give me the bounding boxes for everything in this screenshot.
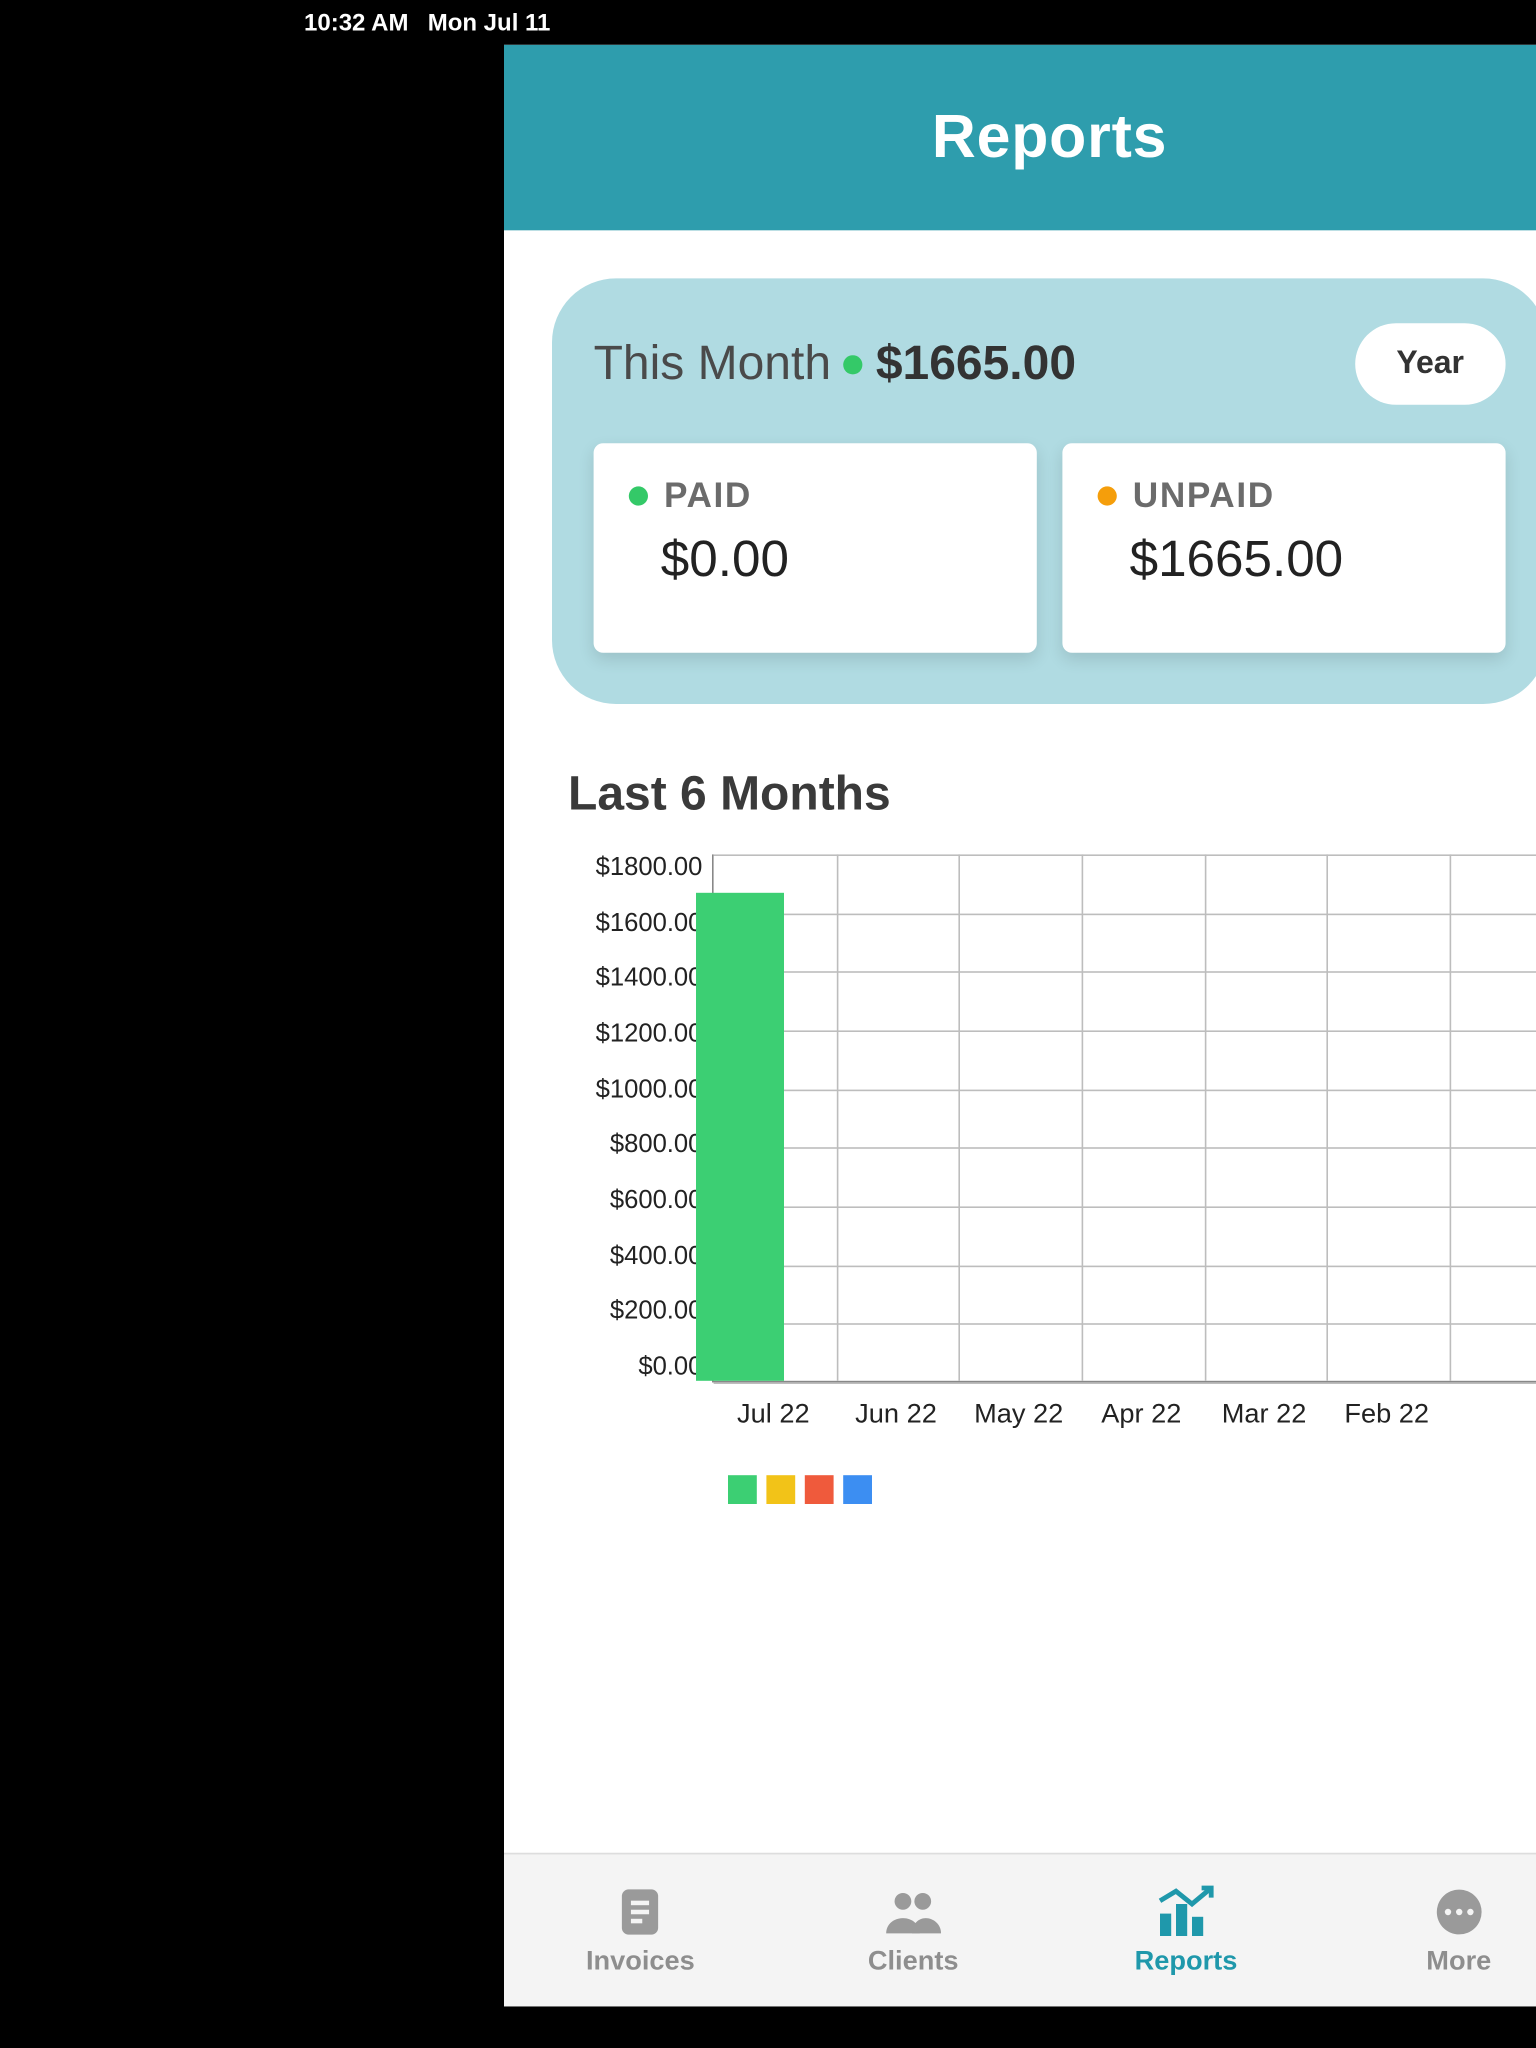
- y-tick: $1600.00: [596, 910, 703, 939]
- legend-swatch: [843, 1475, 872, 1504]
- chart-plot-area: [712, 854, 1536, 1382]
- y-tick: $1200.00: [596, 1021, 703, 1050]
- chart-bar: [696, 892, 784, 1380]
- summary-total-amount: $1665.00: [876, 337, 1076, 391]
- y-tick: $0.00: [638, 1353, 702, 1382]
- x-tick: May 22: [957, 1398, 1080, 1430]
- y-tick: $1400.00: [596, 965, 703, 994]
- tab-invoices-label: Invoices: [586, 1945, 695, 1977]
- y-tick: $400.00: [610, 1243, 703, 1272]
- invoice-icon: [608, 1884, 672, 1938]
- legend-swatch: [805, 1475, 834, 1504]
- y-tick: $800.00: [610, 1132, 703, 1161]
- unpaid-value: $1665.00: [1098, 530, 1471, 589]
- paid-value: $0.00: [629, 530, 1002, 589]
- legend-swatch: [728, 1475, 757, 1504]
- x-tick: Feb 22: [1325, 1398, 1448, 1430]
- page-title: Reports: [932, 103, 1167, 172]
- paid-dot-icon: [629, 486, 648, 505]
- status-date: Mon Jul 11: [428, 9, 551, 36]
- x-tick: Jul 22: [712, 1398, 835, 1430]
- unpaid-label: UNPAID: [1133, 475, 1275, 517]
- summary-title: This Month $1665.00: [594, 337, 1076, 391]
- y-tick: $600.00: [610, 1187, 703, 1216]
- y-tick: $200.00: [610, 1298, 703, 1327]
- paid-label: PAID: [664, 475, 752, 517]
- x-tick: Mar 22: [1203, 1398, 1326, 1430]
- chart-legend: [728, 1475, 1536, 1504]
- tab-reports-label: Reports: [1135, 1945, 1238, 1977]
- unpaid-dot-icon: [1098, 486, 1117, 505]
- legend-swatch: [766, 1475, 795, 1504]
- tab-more-label: More: [1426, 1945, 1491, 1977]
- summary-period-label: This Month: [594, 337, 831, 391]
- reports-icon: [1154, 1884, 1218, 1938]
- status-time: 10:32 AM: [304, 9, 409, 36]
- last6-chart: $1800.00 $1600.00 $1400.00 $1200.00 $1000.00…: [552, 854, 1536, 1382]
- y-tick: $1800.00: [596, 854, 703, 883]
- x-tick: Apr 22: [1080, 1398, 1203, 1430]
- tab-bar: Invoices Clients Reports More: [504, 1853, 1536, 2007]
- tab-clients[interactable]: Clients: [777, 1854, 1050, 2006]
- tab-invoices[interactable]: Invoices: [504, 1854, 777, 2006]
- status-bar: 10:32 AM Mon Jul 11 94%: [288, 0, 1536, 45]
- period-toggle-button[interactable]: Year: [1355, 323, 1506, 405]
- y-tick: $1000.00: [596, 1076, 703, 1105]
- status-dot-icon: [844, 354, 863, 373]
- app-header: Reports: [504, 45, 1536, 231]
- more-icon: [1427, 1884, 1491, 1938]
- x-tick: Jun 22: [835, 1398, 958, 1430]
- tab-reports[interactable]: Reports: [1050, 1854, 1323, 2006]
- tab-clients-label: Clients: [868, 1945, 959, 1977]
- section-last6-title: Last 6 Months: [568, 768, 1536, 822]
- tab-more[interactable]: More: [1322, 1854, 1536, 2006]
- app-frame: Reports This Month $1665.00 Year: [504, 45, 1536, 2007]
- paid-card[interactable]: PAID $0.00: [594, 443, 1037, 653]
- month-summary-card: This Month $1665.00 Year PAID $0.00: [552, 278, 1536, 704]
- unpaid-card[interactable]: UNPAID $1665.00: [1062, 443, 1505, 653]
- clients-icon: [881, 1884, 945, 1938]
